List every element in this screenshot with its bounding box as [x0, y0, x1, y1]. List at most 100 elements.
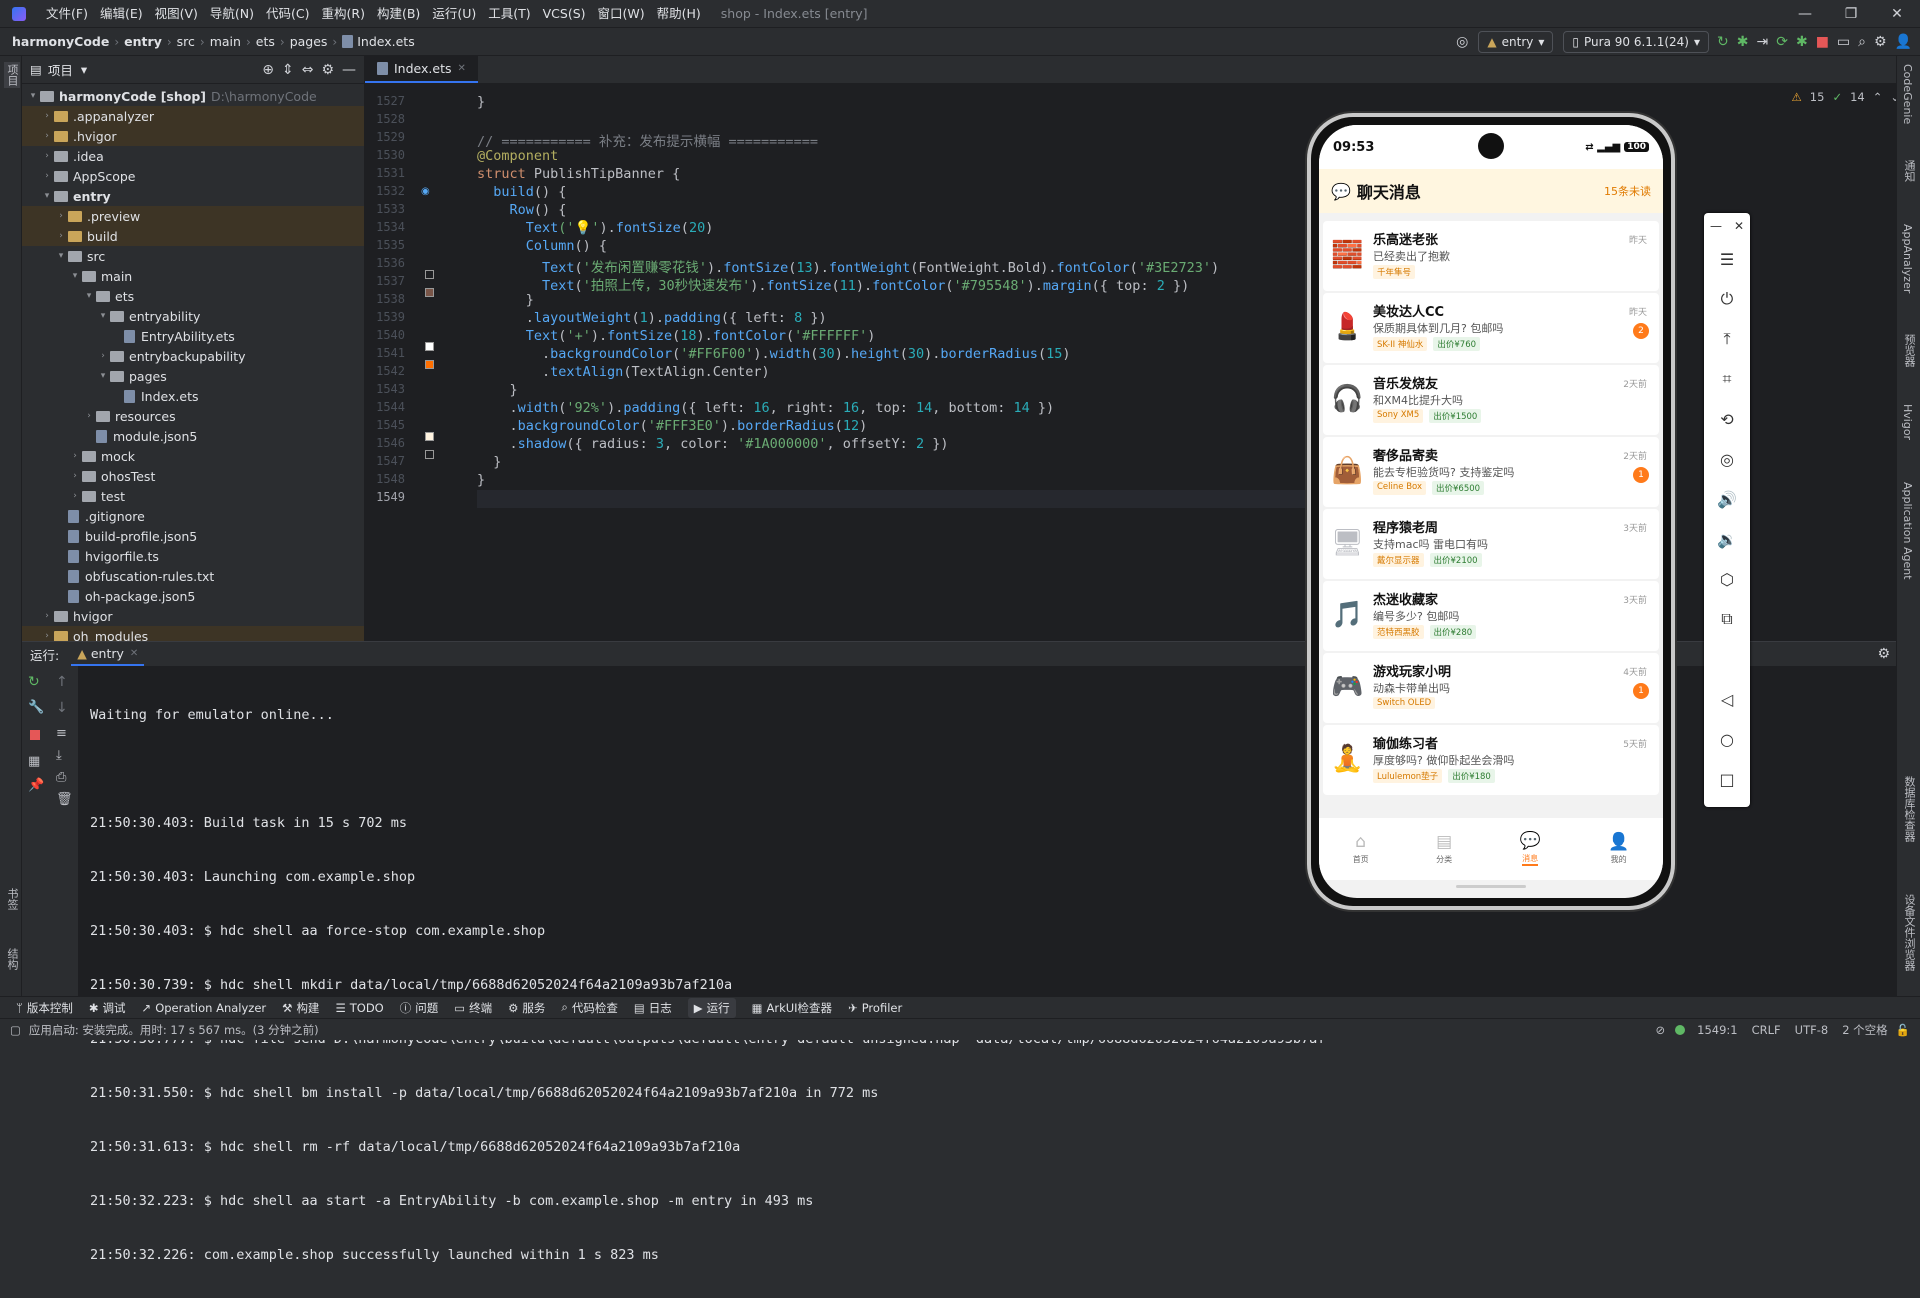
- bookmarks-tool-button[interactable]: 书签: [4, 888, 20, 910]
- options-gear-icon[interactable]: ⚙: [321, 62, 334, 78]
- scroll-down-icon[interactable]: ↓: [56, 700, 68, 716]
- color-swatch[interactable]: [425, 288, 434, 297]
- menu-tools[interactable]: 工具(T): [482, 0, 536, 28]
- scroll-up-icon[interactable]: ↑: [56, 674, 68, 690]
- tab-home[interactable]: ⌂ 首页: [1353, 833, 1369, 865]
- menu-code[interactable]: 代码(C): [260, 0, 315, 28]
- tree-item[interactable]: › AppScope: [22, 166, 364, 186]
- tool-build[interactable]: ⚒ 构建: [282, 1000, 319, 1016]
- run-tab-entry[interactable]: ▲ entry ✕: [71, 643, 145, 666]
- crumb-file[interactable]: Index.ets: [357, 34, 415, 49]
- tree-item[interactable]: module.json5: [22, 426, 364, 446]
- back-icon[interactable]: ◁: [1704, 679, 1750, 719]
- trash-icon[interactable]: 🗑: [56, 792, 73, 807]
- chat-item[interactable]: 🧱 乐高迷老张 已经卖出了抱歉 千年隼号 昨天: [1323, 221, 1659, 291]
- reset-icon[interactable]: ⟲: [1704, 399, 1750, 439]
- home-indicator[interactable]: [1456, 885, 1526, 888]
- run-config-select[interactable]: ▲ entry ▾: [1478, 30, 1554, 53]
- notifications-tool-button[interactable]: 通知: [1901, 160, 1917, 182]
- scroll-to-end-icon[interactable]: ⤓: [56, 748, 62, 763]
- tab-category[interactable]: ▤ 分类: [1436, 833, 1452, 865]
- status-message[interactable]: 应用启动: 安装完成。用时: 17 s 567 ms。(3 分钟之前): [29, 1022, 319, 1038]
- home-icon[interactable]: ○: [1704, 719, 1750, 759]
- profile-icon[interactable]: ✱: [1796, 34, 1808, 50]
- screenshot-icon[interactable]: ◎: [1704, 439, 1750, 479]
- layout-toggle-icon[interactable]: ▢: [10, 1023, 21, 1037]
- expand-all-icon[interactable]: ⇕: [282, 62, 294, 78]
- device-file-browser-tool-button[interactable]: 设备文件浏览器: [1901, 894, 1917, 971]
- menu-icon[interactable]: ☰: [1704, 239, 1750, 279]
- locate-file-icon[interactable]: ⊕: [262, 62, 274, 78]
- tree-item[interactable]: › ohosTest: [22, 466, 364, 486]
- recent-icon[interactable]: □: [1704, 759, 1750, 799]
- menu-help[interactable]: 帮助(H): [651, 0, 707, 28]
- chat-item[interactable]: 🎮 游戏玩家小明 动森卡带单出吗 Switch OLED 4天前 1: [1323, 653, 1659, 723]
- rotate-icon[interactable]: ⤒: [1704, 319, 1750, 359]
- tree-item[interactable]: ▾ main: [22, 266, 364, 286]
- tree-item[interactable]: › resources: [22, 406, 364, 426]
- device-select[interactable]: ▯ Pura 90 6.1.1(24) ▾: [1563, 30, 1710, 53]
- project-tool-button[interactable]: 项目: [4, 62, 20, 88]
- chat-item[interactable]: 🖥 程序猿老周 支持mac吗 雷电口有吗 戴尔显示器 出价¥2100 3天前: [1323, 509, 1659, 579]
- chat-item[interactable]: 🎵 杰迷收藏家 编号多少? 包邮吗 范特西黑胶 出价¥280 3天前: [1323, 581, 1659, 651]
- tool-profiler[interactable]: ✈ Profiler: [848, 1001, 902, 1015]
- tree-item[interactable]: oh-package.json5: [22, 586, 364, 606]
- menu-navigate[interactable]: 导航(N): [204, 0, 260, 28]
- attach-debugger-icon[interactable]: ⇥: [1756, 34, 1768, 50]
- stop-icon[interactable]: ■: [1816, 34, 1829, 50]
- chat-item[interactable]: 🧘 瑜伽练习者 厚度够吗? 做仰卧起坐会滑吗 Lululemon垫子 出价¥180…: [1323, 725, 1659, 795]
- tree-item[interactable]: ▾ entry: [22, 186, 364, 206]
- stop-icon[interactable]: [30, 730, 40, 740]
- chat-item[interactable]: 👜 奢侈品寄卖 能去专柜验货吗? 支持鉴定吗 Celine Box 出价¥6500…: [1323, 437, 1659, 507]
- collapse-all-icon[interactable]: ⇔: [302, 62, 314, 78]
- indent-setting[interactable]: 2 个空格: [1842, 1022, 1887, 1038]
- tree-item[interactable]: › mock: [22, 446, 364, 466]
- menu-edit[interactable]: 编辑(E): [94, 0, 149, 28]
- menu-run[interactable]: 运行(U): [426, 0, 482, 28]
- tool-todo[interactable]: ☰ TODO: [335, 1001, 383, 1015]
- file-encoding[interactable]: UTF-8: [1795, 1023, 1829, 1037]
- shake-icon[interactable]: ⬡: [1704, 559, 1750, 599]
- tree-item[interactable]: obfuscation-rules.txt: [22, 566, 364, 586]
- codegenie-tool-button[interactable]: CodeGenie: [1901, 64, 1914, 124]
- crumb-main[interactable]: main: [210, 34, 241, 49]
- color-swatch[interactable]: [425, 432, 434, 441]
- tree-item[interactable]: › build: [22, 226, 364, 246]
- tree-item-selected[interactable]: Index.ets: [22, 386, 364, 406]
- close-icon[interactable]: ✕: [1734, 219, 1744, 233]
- crumb-project[interactable]: harmonyCode: [12, 34, 109, 49]
- tree-item[interactable]: .gitignore: [22, 506, 364, 526]
- power-icon[interactable]: ⏻: [1704, 279, 1750, 319]
- tree-item[interactable]: ▾ entryability: [22, 306, 364, 326]
- maximize-window-icon[interactable]: ❐: [1828, 0, 1874, 28]
- settings-gear-icon[interactable]: ⚙: [1874, 34, 1887, 50]
- menu-view[interactable]: 视图(V): [149, 0, 204, 28]
- layout-icon[interactable]: ▦: [28, 754, 40, 769]
- tree-item[interactable]: › .hvigor: [22, 126, 364, 146]
- crumb-pages[interactable]: pages: [290, 34, 328, 49]
- previewer-tool-button[interactable]: 预览器: [1901, 334, 1917, 367]
- tool-log[interactable]: ▤ 日志: [634, 1000, 672, 1016]
- copy-icon[interactable]: ⧉: [1704, 599, 1750, 639]
- tab-index-ets[interactable]: Index.ets ✕: [365, 55, 478, 83]
- menu-window[interactable]: 窗口(W): [592, 0, 651, 28]
- chat-item[interactable]: 🎧 音乐发烧友 和XM4比提升大吗 Sony XM5 出价¥1500 2天前: [1323, 365, 1659, 435]
- tree-item[interactable]: EntryAbility.ets: [22, 326, 364, 346]
- menu-refactor[interactable]: 重构(R): [316, 0, 371, 28]
- close-tab-icon[interactable]: ✕: [458, 63, 466, 74]
- crumb-src[interactable]: src: [177, 34, 195, 49]
- pin-icon[interactable]: 📌: [28, 778, 44, 793]
- tree-item[interactable]: ▾ ets: [22, 286, 364, 306]
- close-tab-icon[interactable]: ✕: [130, 648, 138, 659]
- menu-file[interactable]: 文件(F): [40, 0, 94, 28]
- tree-item[interactable]: › test: [22, 486, 364, 506]
- console-output[interactable]: Waiting for emulator online... 21:50:30.…: [90, 672, 1325, 1298]
- tree-item[interactable]: ▾ src: [22, 246, 364, 266]
- color-swatch[interactable]: [425, 450, 434, 459]
- tree-item[interactable]: › entrybackupability: [22, 346, 364, 366]
- tool-run[interactable]: ▶ 运行: [687, 997, 736, 1018]
- caret-position[interactable]: 1549:1: [1697, 1023, 1737, 1037]
- volume-up-icon[interactable]: 🔊: [1704, 479, 1750, 519]
- tool-terminal[interactable]: ▭ 终端: [454, 1000, 492, 1016]
- rerun-icon[interactable]: ↻: [28, 674, 40, 690]
